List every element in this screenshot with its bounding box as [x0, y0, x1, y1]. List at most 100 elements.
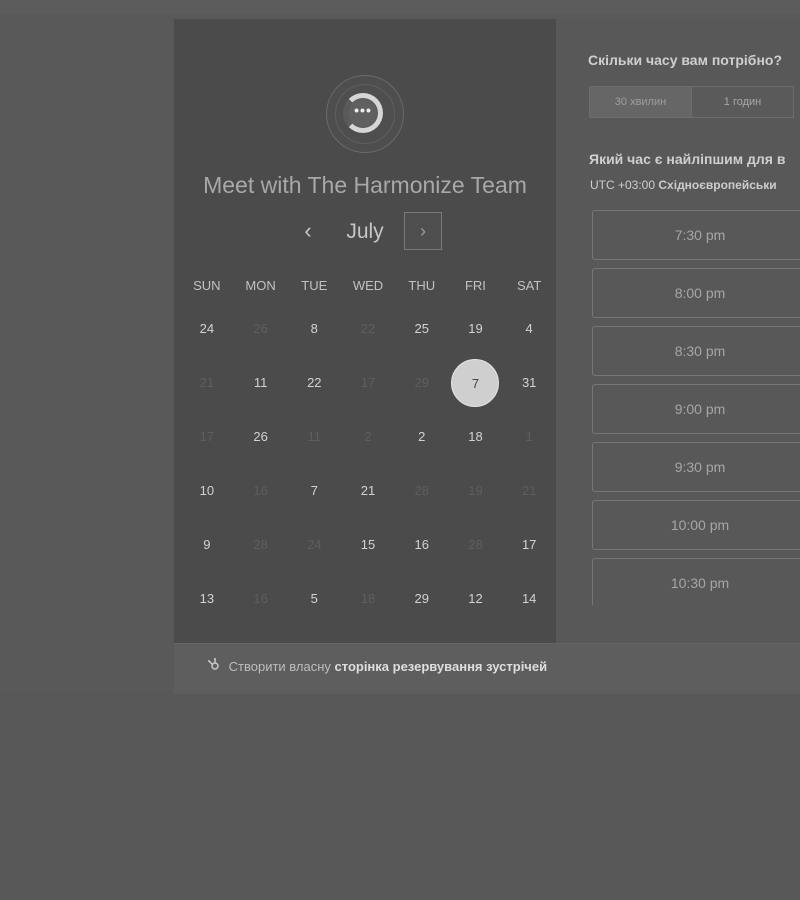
calendar-day: 18: [341, 572, 395, 626]
day-number: 14: [521, 591, 537, 606]
time-slot-button[interactable]: 9:00 pm: [592, 384, 800, 434]
next-month-button[interactable]: ›: [404, 212, 442, 250]
calendar-day[interactable]: 16: [395, 518, 449, 572]
day-number: 28: [253, 537, 268, 552]
day-number: 22: [360, 321, 376, 336]
day-number: 31: [521, 375, 537, 390]
calendar-week: 13 16 5 18 29 12 14: [180, 572, 556, 626]
calendar-day[interactable]: 15: [341, 518, 395, 572]
day-number: 21: [521, 483, 537, 498]
day-number: 12: [468, 591, 483, 606]
calendar-weeks: 24 26 8 22 25 19 4 21 11 22 17 29 7 31 17 26 11 2 2 18 1 10 16…: [180, 302, 556, 626]
day-number: 22: [307, 375, 322, 390]
calendar-day[interactable]: 29: [395, 572, 449, 626]
calendar-day[interactable]: 21: [341, 464, 395, 518]
calendar-day: 1: [502, 410, 556, 464]
day-number: 13: [199, 591, 215, 606]
calendar-day: 17: [341, 356, 395, 410]
ellipsis-icon: •••: [349, 99, 377, 127]
calendar-day: 16: [234, 464, 288, 518]
calendar-day[interactable]: 9: [180, 518, 234, 572]
day-number: 29: [414, 591, 429, 606]
day-number: 10: [199, 483, 215, 498]
day-number: 21: [199, 375, 215, 390]
day-number: 16: [414, 537, 429, 552]
day-number: 2: [418, 429, 426, 444]
calendar-day[interactable]: 13: [180, 572, 234, 626]
day-number: 17: [199, 429, 215, 444]
calendar-day[interactable]: 22: [287, 356, 341, 410]
calendar-week: 9 28 24 15 16 28 17: [180, 518, 556, 572]
calendar-day[interactable]: 8: [287, 302, 341, 356]
calendar-week: 21 11 22 17 29 7 31: [180, 356, 556, 410]
month-label: July: [346, 220, 384, 243]
calendar-day[interactable]: 4: [502, 302, 556, 356]
calendar-day[interactable]: 17: [502, 518, 556, 572]
weekday-wed: WED: [352, 278, 384, 293]
calendar-day[interactable]: 12: [449, 572, 503, 626]
day-number: 17: [521, 537, 537, 552]
calendar-day: 16: [234, 572, 288, 626]
weekday-tue: TUE: [301, 278, 328, 293]
day-number: 4: [525, 321, 533, 336]
day-number: 5: [310, 591, 318, 606]
calendar-day: 26: [234, 302, 288, 356]
meeting-avatar: •••: [326, 75, 404, 153]
calendar-day: 21: [180, 356, 234, 410]
day-number: 18: [468, 429, 483, 444]
previous-month-button[interactable]: ‹: [298, 218, 318, 246]
calendar-day[interactable]: 24: [180, 302, 234, 356]
day-number: 17: [360, 375, 376, 390]
calendar-day[interactable]: 5: [287, 572, 341, 626]
footer-link[interactable]: Створити власну сторінка резервування зу…: [208, 658, 547, 674]
time-slot-button[interactable]: 9:30 pm: [592, 442, 800, 492]
calendar-day[interactable]: 14: [502, 572, 556, 626]
calendar-week: 24 26 8 22 25 19 4: [180, 302, 556, 356]
calendar-week: 10 16 7 21 28 19 21: [180, 464, 556, 518]
duration-option[interactable]: 1 годин: [691, 86, 794, 118]
calendar-day: 17: [180, 410, 234, 464]
calendar-day[interactable]: 2: [395, 410, 449, 464]
weekday-sun: SUN: [193, 278, 221, 293]
footer-link-text[interactable]: сторінка резервування зустрічей: [335, 659, 548, 674]
weekday-sat: SAT: [517, 278, 542, 293]
day-number: 26: [253, 321, 268, 336]
meeting-title: Meet with The Harmonize Team: [203, 172, 527, 198]
weekday-header: SUN MON TUE WED THU FRI SAT: [180, 270, 556, 302]
calendar-day[interactable]: 7: [287, 464, 341, 518]
calendar-day-selected[interactable]: 7: [449, 356, 503, 410]
time-slot-list[interactable]: 7:30 pm 8:00 pm 8:30 pm 9:00 pm 9:30 pm 10:00…: [592, 210, 800, 605]
calendar-day: 22: [341, 302, 395, 356]
calendar-day[interactable]: 18: [449, 410, 503, 464]
time-slot-button[interactable]: 7:30 pm: [592, 210, 800, 260]
day-number: 8: [310, 321, 318, 336]
calendar-day[interactable]: 19: [449, 302, 503, 356]
timezone-name[interactable]: Східноєвропейськи: [658, 178, 776, 192]
calendar-day[interactable]: 11: [234, 356, 288, 410]
day-number: 19: [468, 321, 483, 336]
timezone-offset: UTC +03:00: [590, 178, 656, 192]
day-number: 15: [360, 537, 376, 552]
day-number: 26: [253, 429, 268, 444]
footer-prefix: Створити власну: [228, 659, 331, 674]
calendar-day[interactable]: 10: [180, 464, 234, 518]
calendar-day: 11: [287, 410, 341, 464]
day-number: 24: [307, 537, 322, 552]
time-slot-button[interactable]: 10:00 pm: [592, 500, 800, 550]
time-slot-button[interactable]: 10:30 pm: [592, 558, 800, 605]
duration-option[interactable]: 30 хвилин: [589, 86, 692, 118]
calendar-day: 28: [234, 518, 288, 572]
time-slot-button[interactable]: 8:30 pm: [592, 326, 800, 376]
day-number: 28: [414, 483, 429, 498]
day-number: 25: [414, 321, 429, 336]
time-slot-button[interactable]: 8:00 pm: [592, 268, 800, 318]
month-navigation: ‹ July ›: [174, 212, 556, 252]
calendar-day[interactable]: 25: [395, 302, 449, 356]
weekday-fri: FRI: [464, 278, 486, 293]
weekday-mon: MON: [245, 278, 276, 293]
day-number: 21: [360, 483, 376, 498]
calendar-day[interactable]: 26: [234, 410, 288, 464]
day-number: 11: [307, 429, 322, 444]
sprocket-icon: [208, 658, 222, 674]
calendar-day[interactable]: 31: [502, 356, 556, 410]
